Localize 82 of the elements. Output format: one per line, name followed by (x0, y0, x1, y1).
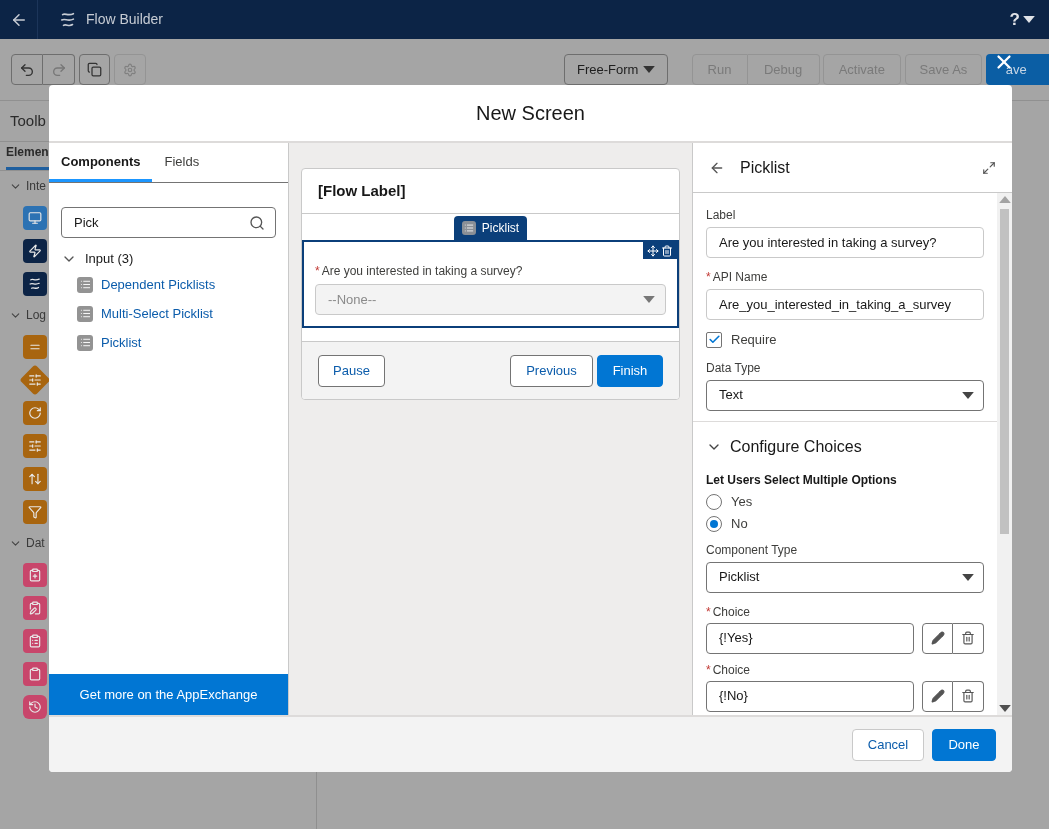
screen-header: [Flow Label] (318, 180, 406, 201)
modal-title: New Screen (476, 101, 585, 126)
trash-icon (961, 689, 975, 703)
section-label: Inte (26, 178, 46, 195)
settings-icon (123, 62, 138, 77)
caret-icon (962, 391, 974, 399)
navigation-button[interactable]: Pause (318, 354, 385, 387)
caret-icon (998, 705, 1011, 712)
finish-button[interactable]: Finish (597, 354, 663, 387)
list-icon (461, 221, 476, 235)
app-title: Flow Builder (86, 10, 164, 29)
field-label: Data Type (706, 359, 762, 377)
section-label: Dat (26, 535, 45, 552)
search-field[interactable]: Pick (61, 207, 276, 238)
component-tab[interactable]: Picklist (453, 216, 528, 240)
select-field[interactable]: Picklist (706, 561, 984, 593)
checkbox[interactable] (706, 331, 722, 348)
trash-icon (961, 631, 975, 645)
search-icon (249, 214, 265, 231)
tab[interactable]: Fields (152, 142, 212, 182)
tab[interactable]: Components (49, 142, 153, 182)
choice-input[interactable]: {!Yes} (706, 622, 914, 654)
field-label: Label (706, 207, 736, 224)
list-icon (77, 276, 93, 293)
radio-label: No (731, 514, 748, 533)
list-icon (77, 305, 93, 322)
radio-button[interactable] (706, 515, 722, 532)
caret-icon (643, 296, 655, 303)
choice-input[interactable]: {!No} (706, 680, 914, 712)
redo-icon (50, 61, 67, 78)
panel-title: Picklist (740, 157, 790, 178)
waves-logo-icon (28, 276, 42, 291)
expand-icon[interactable] (982, 160, 996, 175)
section-label: Log (26, 307, 47, 324)
caret-icon (1023, 16, 1035, 23)
element-icon[interactable] (23, 271, 47, 296)
layout-dropdown[interactable]: Free-Form (563, 54, 668, 85)
edit-button[interactable] (922, 680, 953, 712)
panel-title: Toolb (10, 110, 46, 131)
component-item[interactable]: Dependent Picklists (101, 274, 216, 295)
radio-label: Yes (731, 492, 753, 511)
text-input[interactable]: Are_you_interested_in_taking_a_survey (706, 289, 984, 320)
save-button[interactable]: ave (985, 54, 1049, 85)
field-label: Choice (712, 603, 751, 621)
required-asterisk: * (706, 603, 711, 621)
pencil-icon (930, 631, 945, 645)
field-label: Component Type (706, 541, 799, 559)
trash-icon[interactable] (661, 244, 673, 257)
required-asterisk: * (315, 263, 320, 280)
required-asterisk: * (706, 269, 711, 286)
tree-group[interactable]: Input (3) (61, 248, 276, 270)
text-input[interactable]: Are you interested in taking a survey? (706, 227, 984, 258)
picklist-field: --None-- (315, 284, 666, 315)
edit-button[interactable] (922, 622, 953, 654)
component-item[interactable]: Multi-Select Picklist (101, 303, 213, 324)
caret-icon (998, 196, 1011, 203)
help-menu[interactable]: ? (1009, 6, 1020, 33)
undo-button[interactable] (11, 54, 43, 85)
checkbox-label: Require (731, 331, 777, 349)
waves-logo-icon (59, 10, 77, 29)
element-icon[interactable] (23, 238, 47, 263)
select-field[interactable]: Text (706, 379, 984, 411)
required-asterisk: * (706, 661, 711, 679)
delete-button[interactable] (953, 680, 984, 712)
field-label: Are you interested in taking a survey? (321, 263, 523, 280)
undo-icon (19, 61, 35, 78)
field-label: API Name (712, 269, 768, 286)
move-icon[interactable] (647, 244, 659, 257)
cancel-button[interactable]: Cancel (852, 728, 924, 761)
radio-button[interactable] (706, 493, 722, 510)
field-label: Choice (712, 661, 751, 679)
caret-icon (962, 573, 974, 581)
selected-component[interactable]: * Are you interested in taking a survey? --None-- (302, 240, 679, 328)
done-button[interactable]: Done (932, 728, 996, 761)
copy-icon (87, 62, 103, 77)
pencil-icon (930, 689, 945, 703)
group-label: Let Users Select Multiple Options (706, 471, 898, 489)
caret-icon (642, 66, 655, 73)
navigation-button[interactable]: Previous (510, 354, 593, 387)
component-item[interactable]: Picklist (101, 332, 142, 353)
delete-button[interactable] (953, 622, 984, 654)
list-icon (77, 334, 93, 351)
